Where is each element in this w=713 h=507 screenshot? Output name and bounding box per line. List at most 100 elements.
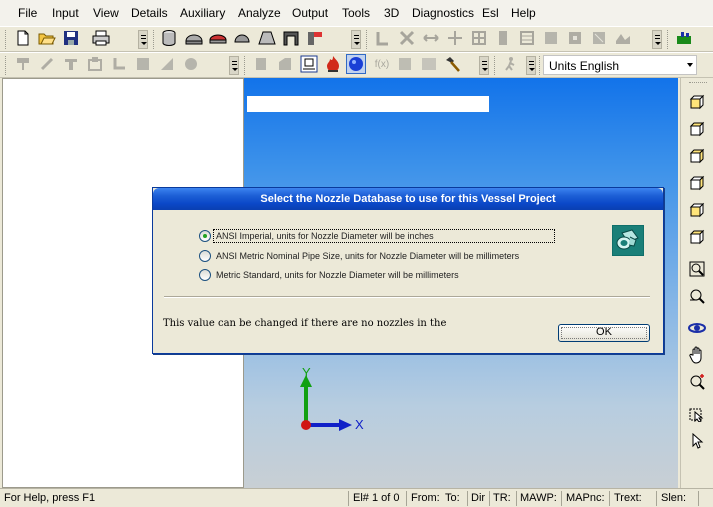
formula-icon[interactable]: f(x) xyxy=(372,55,392,73)
plot-icon[interactable] xyxy=(300,55,318,73)
vessel-view-icon[interactable] xyxy=(675,29,693,47)
toolbar-overflow-button[interactable] xyxy=(526,56,536,75)
open-folder-icon[interactable] xyxy=(38,29,56,47)
pan-hand-icon[interactable] xyxy=(687,345,707,365)
insulation-icon[interactable] xyxy=(86,55,104,73)
anchor-icon[interactable] xyxy=(62,55,80,73)
tray-icon[interactable] xyxy=(518,29,536,47)
status-help-text: For Help, press F1 xyxy=(4,492,96,504)
pointer-arrow-icon[interactable] xyxy=(687,431,707,451)
column-icon[interactable] xyxy=(494,29,512,47)
paste-detail-icon[interactable] xyxy=(276,55,294,73)
toolbar-gripper[interactable] xyxy=(153,30,156,49)
menu-help[interactable]: Help xyxy=(511,6,536,20)
save-icon[interactable] xyxy=(62,29,80,47)
units-dropdown[interactable]: Units English xyxy=(543,55,697,75)
toolbar-overflow-button[interactable] xyxy=(479,56,489,75)
toolbar-gripper[interactable] xyxy=(539,56,542,75)
select-window-icon[interactable] xyxy=(687,404,707,424)
packing-icon[interactable] xyxy=(542,29,560,47)
grid-icon[interactable] xyxy=(470,29,488,47)
option-label[interactable]: Metric Standard, units for Nozzle Diamet… xyxy=(214,269,461,281)
ring-detail-icon[interactable] xyxy=(398,29,416,47)
zoom-window-icon[interactable] xyxy=(687,286,707,306)
weight-icon[interactable] xyxy=(38,55,56,73)
cross-arrows-icon[interactable] xyxy=(446,29,464,47)
copy-detail-icon[interactable] xyxy=(252,55,270,73)
radio-button[interactable] xyxy=(199,250,211,262)
horizontal-arrows-icon[interactable] xyxy=(422,29,440,47)
ad-icon[interactable] xyxy=(420,55,438,73)
saddle-icon[interactable] xyxy=(14,55,32,73)
option-label[interactable]: ANSI Metric Nominal Pipe Size, units for… xyxy=(214,250,521,262)
toolbar-overflow-button[interactable] xyxy=(351,30,361,49)
cone-icon[interactable] xyxy=(258,29,276,47)
hammer-icon[interactable] xyxy=(443,55,461,73)
menu-esl[interactable]: Esl xyxy=(482,6,499,20)
lug-icon[interactable] xyxy=(566,29,584,47)
back-view-cube-icon[interactable] xyxy=(687,119,707,139)
menu-bar: File Input View Details Auxiliary Analyz… xyxy=(0,0,713,26)
status-dir: Dir xyxy=(471,492,486,504)
menu-auxiliary[interactable]: Auxiliary xyxy=(180,6,225,20)
menu-diagnostics[interactable]: Diagnostics xyxy=(412,6,474,20)
radio-button-checked[interactable] xyxy=(199,230,211,242)
new-file-icon[interactable] xyxy=(14,29,32,47)
toolbar-overflow-button[interactable] xyxy=(652,30,662,49)
status-separator xyxy=(656,491,657,506)
toolbar-overflow-button[interactable] xyxy=(229,56,239,75)
elliptical-head-icon[interactable] xyxy=(185,29,203,47)
radio-button[interactable] xyxy=(199,269,211,281)
left-view-cube-icon[interactable] xyxy=(687,200,707,220)
toolbar-gripper[interactable] xyxy=(5,30,8,49)
toolbar-gripper[interactable] xyxy=(366,30,369,49)
menu-tools[interactable]: Tools xyxy=(342,6,370,20)
leg-icon[interactable] xyxy=(590,29,608,47)
option-label[interactable]: ANSI Imperial, units for Nozzle Diameter… xyxy=(213,229,555,243)
platform-icon[interactable] xyxy=(614,29,632,47)
menu-file[interactable]: File xyxy=(18,6,37,20)
front-view-cube-icon[interactable] xyxy=(687,92,707,112)
jacket-icon[interactable] xyxy=(158,55,176,73)
ok-button[interactable]: OK xyxy=(558,324,650,342)
cylinder-icon[interactable] xyxy=(160,29,178,47)
iso-view-cube-icon[interactable] xyxy=(687,227,707,247)
toolbar-gripper[interactable] xyxy=(494,56,497,75)
menu-details[interactable]: Details xyxy=(131,6,168,20)
zoom-extents-icon[interactable] xyxy=(687,259,707,279)
half-pipe-icon[interactable] xyxy=(134,55,152,73)
toolbar-gripper[interactable] xyxy=(5,56,8,75)
menu-input[interactable]: Input xyxy=(52,6,79,20)
sphere-detail-icon[interactable] xyxy=(182,55,200,73)
flange-icon[interactable] xyxy=(209,29,227,47)
walking-man-icon[interactable] xyxy=(501,55,519,73)
focus-rect xyxy=(561,327,647,339)
welded-flat-head-icon[interactable] xyxy=(282,29,300,47)
torispherical-head-icon[interactable] xyxy=(233,29,251,47)
dialog-title-bar[interactable]: Select the Nozzle Database to use for th… xyxy=(153,188,663,210)
chevron-down-icon[interactable] xyxy=(687,63,693,67)
fire-icon[interactable] xyxy=(324,55,342,73)
bottom-view-cube-icon[interactable] xyxy=(687,173,707,193)
rotate-view-icon[interactable] xyxy=(687,318,707,338)
x-axis-arrow xyxy=(339,419,352,431)
toolbar-overflow-button[interactable] xyxy=(138,30,148,49)
toolbar-gripper[interactable] xyxy=(667,30,670,49)
option-ansi-metric[interactable]: ANSI Metric Nominal Pipe Size, units for… xyxy=(199,248,521,264)
menu-analyze[interactable]: Analyze xyxy=(238,6,281,20)
body-flange-icon[interactable] xyxy=(306,29,324,47)
print-icon[interactable] xyxy=(92,29,110,47)
menu-output[interactable]: Output xyxy=(292,6,328,20)
toolbar-gripper[interactable] xyxy=(244,56,247,75)
zoom-in-icon[interactable] xyxy=(687,372,707,392)
toolbar-gripper[interactable] xyxy=(689,82,707,84)
option-metric-standard[interactable]: Metric Standard, units for Nozzle Diamet… xyxy=(199,267,461,283)
menu-3d[interactable]: 3D xyxy=(384,6,399,20)
top-view-cube-icon[interactable] xyxy=(687,146,707,166)
sphere-render-icon[interactable] xyxy=(346,54,366,74)
option-ansi-imperial[interactable]: ANSI Imperial, units for Nozzle Diameter… xyxy=(199,228,555,244)
lining-icon[interactable] xyxy=(110,55,128,73)
menu-view[interactable]: View xyxy=(93,6,119,20)
nozzle-detail-icon[interactable] xyxy=(374,29,392,47)
table-icon[interactable] xyxy=(396,55,414,73)
